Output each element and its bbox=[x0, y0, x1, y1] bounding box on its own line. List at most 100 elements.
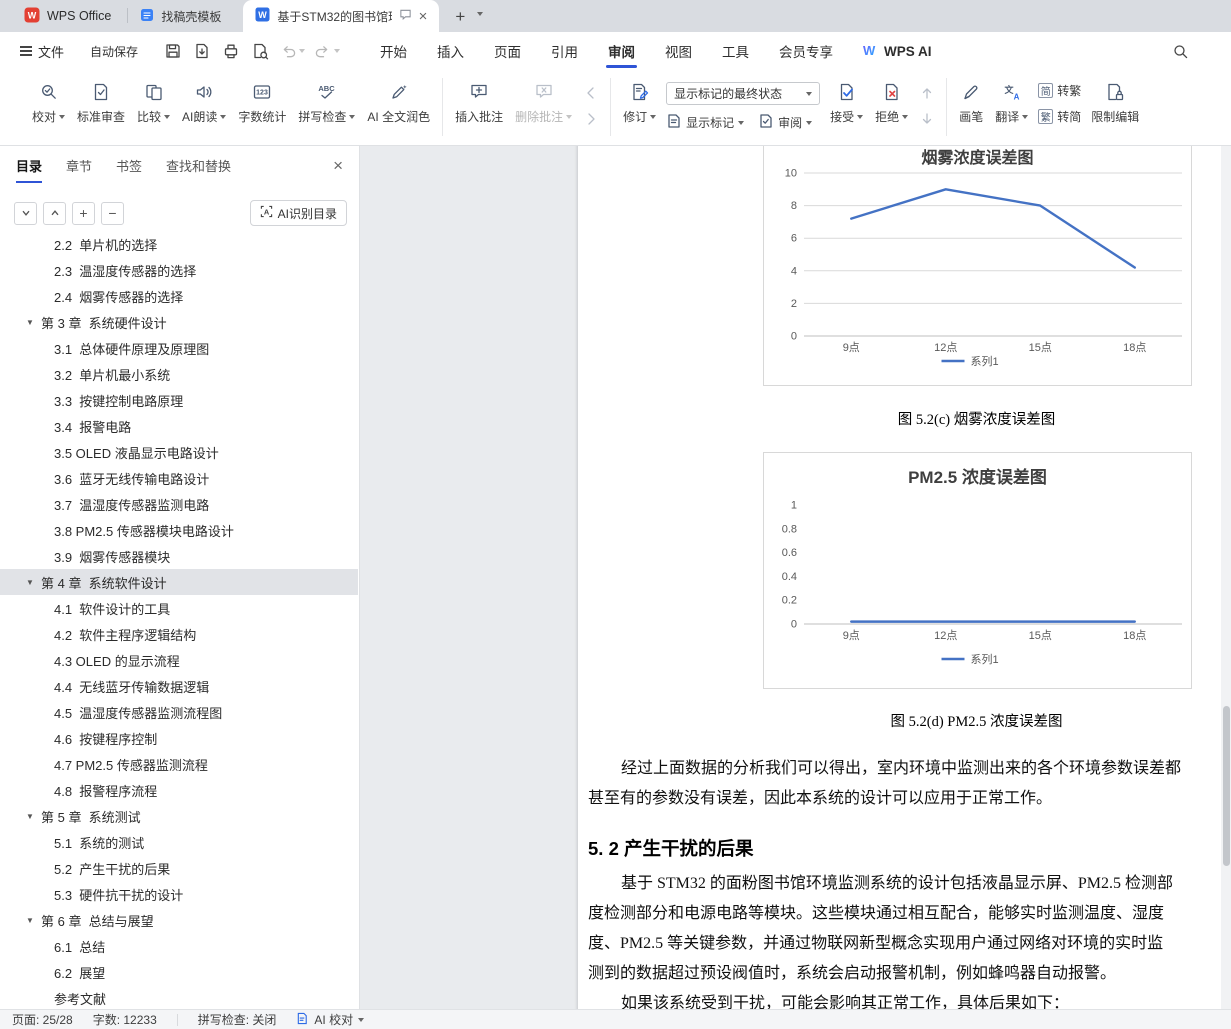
toc-item[interactable]: ▼ 第 5 章 系统测试 bbox=[0, 803, 358, 829]
sidebar-tab-bookmarks[interactable]: 书签 bbox=[116, 156, 142, 175]
markup-state-dropdown[interactable]: 显示标记的最终状态 bbox=[666, 82, 821, 105]
scrollbar-thumb[interactable] bbox=[1222, 706, 1230, 866]
toc-item[interactable]: 5.1 系统的测试 bbox=[0, 829, 358, 855]
pm25-error-chart-frame[interactable]: PM2.5 浓度误差图 0 0.2 0.4 0.6 0.8 1 9点 12点 15点 18点 系列1 bbox=[763, 452, 1192, 689]
export-pdf-button[interactable] bbox=[189, 38, 215, 64]
wps-office-home-tab[interactable]: W WPS Office bbox=[8, 0, 127, 32]
menu-reference[interactable]: 引用 bbox=[536, 32, 593, 70]
ink-brush-button[interactable]: 画笔 bbox=[953, 75, 989, 129]
collapse-all-button[interactable] bbox=[43, 201, 66, 225]
toc-item[interactable]: 3.7 温湿度传感器监测电路 bbox=[0, 491, 358, 517]
chevron-down-icon[interactable]: ▼ bbox=[26, 916, 41, 925]
to-simplified-button[interactable]: 繁 转简 bbox=[1038, 108, 1081, 125]
menu-view[interactable]: 视图 bbox=[650, 32, 707, 70]
toc-item[interactable]: 2.3 温湿度传感器的选择 bbox=[0, 257, 358, 283]
expand-all-button[interactable] bbox=[14, 201, 37, 225]
toc-item[interactable]: ▼ 第 3 章 系统硬件设计 bbox=[0, 309, 358, 335]
show-markup-button[interactable]: 显示标记 bbox=[666, 113, 745, 132]
page-indicator[interactable]: 页面: 25/28 bbox=[12, 1011, 73, 1028]
file-menu-button[interactable]: 文件 bbox=[10, 42, 74, 61]
undo-button[interactable] bbox=[276, 38, 308, 64]
save-button[interactable] bbox=[160, 38, 186, 64]
toc-item[interactable]: 3.9 烟雾传感器模块 bbox=[0, 543, 358, 569]
toc-item[interactable]: 4.3 OLED 的显示流程 bbox=[0, 647, 358, 673]
insert-comment-button[interactable]: 插入批注 bbox=[449, 75, 509, 129]
close-sidebar-icon[interactable]: × bbox=[333, 157, 343, 174]
toc-item[interactable]: 4.6 按键程序控制 bbox=[0, 725, 358, 751]
ai-read-button[interactable]: AI朗读 bbox=[176, 75, 232, 129]
previous-comment-icon[interactable] bbox=[580, 83, 602, 102]
spell-check-button[interactable]: ABC 拼写检查 bbox=[292, 75, 361, 129]
chevron-down-icon[interactable]: ▼ bbox=[26, 578, 41, 587]
menu-home[interactable]: 开始 bbox=[365, 32, 422, 70]
toc-item[interactable]: 3.1 总体硬件原理及原理图 bbox=[0, 335, 358, 361]
menu-insert[interactable]: 插入 bbox=[422, 32, 479, 70]
toc-item[interactable]: 3.6 蓝牙无线传输电路设计 bbox=[0, 465, 358, 491]
next-comment-icon[interactable] bbox=[580, 109, 602, 128]
print-preview-button[interactable] bbox=[247, 38, 273, 64]
delete-comment-button[interactable]: 删除批注 bbox=[509, 75, 578, 129]
accept-change-button[interactable]: 接受 bbox=[824, 75, 869, 129]
toc-item[interactable]: 4.7 PM2.5 传感器监测流程 bbox=[0, 751, 358, 777]
search-button[interactable] bbox=[1167, 38, 1193, 64]
toc-item[interactable]: 5.2 产生干扰的后果 bbox=[0, 855, 358, 881]
review-pane-button[interactable]: 审阅 bbox=[758, 113, 813, 132]
toc-item[interactable]: 4.2 软件主程序逻辑结构 bbox=[0, 621, 358, 647]
toc-item[interactable]: ▼ 第 6 章 总结与展望 bbox=[0, 907, 358, 933]
toc-item[interactable]: 3.2 单片机最小系统 bbox=[0, 361, 358, 387]
restrict-editing-button[interactable]: 限制编辑 bbox=[1085, 75, 1145, 129]
sidebar-tab-find-replace[interactable]: 查找和替换 bbox=[166, 156, 231, 175]
expand-level-button[interactable]: + bbox=[72, 201, 95, 225]
ai-recognize-toc-button[interactable]: A AI识别目录 bbox=[249, 200, 347, 226]
translate-button[interactable]: 文A 翻译 bbox=[989, 75, 1034, 129]
toc-item[interactable]: 4.1 软件设计的工具 bbox=[0, 595, 358, 621]
template-tab[interactable]: 找稿壳模板 bbox=[128, 0, 233, 32]
to-traditional-button[interactable]: 简 转繁 bbox=[1038, 82, 1081, 99]
ai-polish-button[interactable]: AI 全文润色 bbox=[361, 75, 436, 129]
toc-item[interactable]: 5.3 硬件抗干扰的设计 bbox=[0, 881, 358, 907]
sidebar-tab-contents[interactable]: 目录 bbox=[16, 156, 43, 183]
toc-item[interactable]: 3.5 OLED 液晶显示电路设计 bbox=[0, 439, 358, 465]
toc-item[interactable]: ▼ 第 4 章 系统软件设计 bbox=[0, 569, 358, 595]
toc-item[interactable]: 参考文献 bbox=[0, 985, 358, 1009]
toc-item[interactable]: 4.4 无线蓝牙传输数据逻辑 bbox=[0, 673, 358, 699]
chevron-down-icon[interactable]: ▼ bbox=[26, 812, 41, 821]
ai-proofread-indicator[interactable]: AI 校对 bbox=[296, 1011, 365, 1028]
sidebar-tab-chapters[interactable]: 章节 bbox=[66, 156, 92, 175]
standard-review-button[interactable]: 标准审查 bbox=[71, 75, 131, 129]
document-area[interactable]: 烟雾浓度误差图 0 2 4 6 8 10 9点 12点 15点 18点 系列1 图 5.2(c) 烟雾… bbox=[360, 146, 1231, 1009]
next-change-icon[interactable] bbox=[916, 109, 938, 128]
new-tab-button[interactable]: + bbox=[455, 8, 465, 25]
toc-item[interactable]: 4.8 报警程序流程 bbox=[0, 777, 358, 803]
word-count-indicator[interactable]: 字数: 12233 bbox=[93, 1011, 157, 1028]
tab-list-dropdown-icon[interactable] bbox=[477, 3, 484, 21]
chevron-down-icon[interactable]: ▼ bbox=[26, 318, 41, 327]
toc-item[interactable]: 4.5 温湿度传感器监测流程图 bbox=[0, 699, 358, 725]
toc-item[interactable]: 6.2 展望 bbox=[0, 959, 358, 985]
compare-button[interactable]: 比较 bbox=[131, 75, 176, 129]
toc-item[interactable]: 6.1 总结 bbox=[0, 933, 358, 959]
document-tab[interactable]: W 基于STM32的图书馆环境监... × bbox=[243, 0, 440, 32]
menu-tools[interactable]: 工具 bbox=[707, 32, 764, 70]
redo-button[interactable] bbox=[311, 38, 343, 64]
proofread-button[interactable]: 校对 bbox=[26, 75, 71, 129]
wps-ai-button[interactable]: W WPS AI bbox=[848, 43, 946, 60]
menu-page[interactable]: 页面 bbox=[479, 32, 536, 70]
track-changes-button[interactable]: 修订 bbox=[617, 75, 662, 129]
print-button[interactable] bbox=[218, 38, 244, 64]
spell-check-indicator[interactable]: 拼写检查: 关闭 bbox=[198, 1011, 277, 1028]
menu-review[interactable]: 审阅 bbox=[593, 32, 650, 70]
close-tab-icon[interactable]: × bbox=[419, 9, 428, 24]
collapse-level-button[interactable]: − bbox=[101, 201, 124, 225]
toc-item[interactable]: 2.2 单片机的选择 bbox=[0, 231, 358, 257]
toc-item[interactable]: 3.8 PM2.5 传感器模块电路设计 bbox=[0, 517, 358, 543]
toc-item[interactable]: 2.4 烟雾传感器的选择 bbox=[0, 283, 358, 309]
word-count-button[interactable]: 123 字数统计 bbox=[232, 75, 292, 129]
previous-change-icon[interactable] bbox=[916, 83, 938, 102]
vertical-scrollbar[interactable] bbox=[1221, 146, 1231, 1009]
smoke-error-chart-frame[interactable]: 烟雾浓度误差图 0 2 4 6 8 10 9点 12点 15点 18点 系列1 bbox=[763, 146, 1192, 386]
menu-member[interactable]: 会员专享 bbox=[764, 32, 848, 70]
toc-item[interactable]: 3.4 报警电路 bbox=[0, 413, 358, 439]
toc-item[interactable]: 3.3 按键控制电路原理 bbox=[0, 387, 358, 413]
reject-change-button[interactable]: 拒绝 bbox=[869, 75, 914, 129]
